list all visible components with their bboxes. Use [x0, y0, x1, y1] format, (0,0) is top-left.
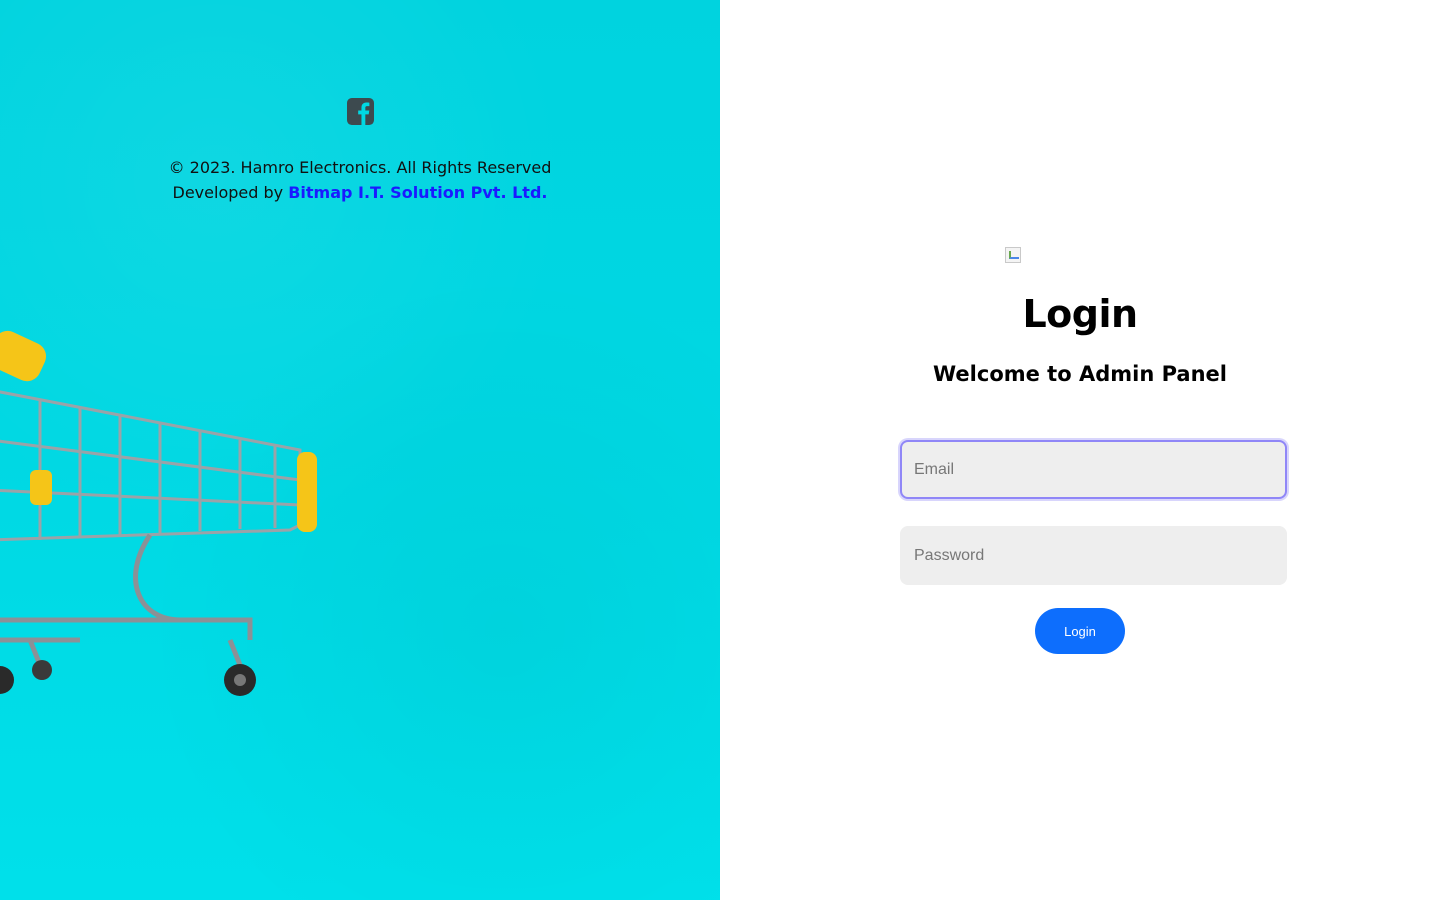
cart-handle: [0, 330, 47, 382]
developed-by-label: Developed by: [172, 183, 289, 202]
cart-basket: [0, 390, 302, 542]
cart-clip: [30, 470, 52, 505]
password-field[interactable]: [900, 526, 1287, 585]
promo-panel: © 2023. Hamro Electronics. All Rights Re…: [0, 0, 720, 900]
cart-bumper: [297, 452, 317, 532]
copyright-text: © 2023. Hamro Electronics. All Rights Re…: [168, 158, 552, 177]
cart-frame: [0, 533, 253, 666]
page-subtitle: Welcome to Admin Panel: [933, 362, 1227, 386]
page-title: Login: [1022, 292, 1138, 336]
shopping-cart-illustration: [0, 330, 317, 696]
footer-credits: © 2023. Hamro Electronics. All Rights Re…: [0, 155, 720, 205]
logo-image: [1005, 247, 1021, 263]
cart-wheel-hub: [234, 674, 246, 686]
developer-line: Developed by Bitmap I.T. Solution Pvt. L…: [0, 180, 720, 205]
login-panel: Login Welcome to Admin Panel Login: [720, 0, 1440, 900]
cart-wheel: [32, 660, 52, 680]
developer-link[interactable]: Bitmap I.T. Solution Pvt. Ltd.: [288, 183, 547, 202]
facebook-icon[interactable]: [347, 98, 374, 125]
cart-wheel: [0, 666, 14, 694]
login-button[interactable]: Login: [1035, 608, 1125, 654]
email-field[interactable]: [900, 440, 1287, 499]
